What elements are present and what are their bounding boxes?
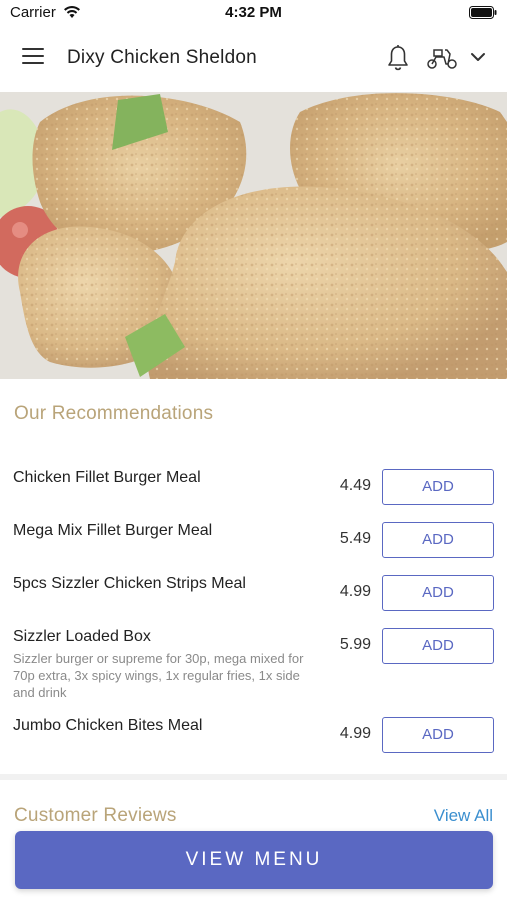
item-price: 4.49 bbox=[339, 477, 371, 494]
add-button[interactable]: ADD bbox=[382, 522, 494, 558]
item-name: Sizzler Loaded Box bbox=[13, 628, 151, 645]
add-button[interactable]: ADD bbox=[382, 575, 494, 611]
item-price: 4.99 bbox=[339, 725, 371, 742]
add-button[interactable]: ADD bbox=[382, 469, 494, 505]
add-button[interactable]: ADD bbox=[382, 628, 494, 664]
reviews-title: Customer Reviews bbox=[14, 805, 177, 826]
recommendations-title: Our Recommendations bbox=[14, 403, 214, 424]
status-bar: Carrier 4:32 PM bbox=[0, 0, 507, 26]
app-header: Dixy Chicken Sheldon bbox=[0, 26, 507, 92]
item-name: Jumbo Chicken Bites Meal bbox=[13, 717, 203, 734]
section-divider bbox=[0, 774, 507, 780]
chevron-down-icon[interactable] bbox=[469, 50, 487, 64]
scooter-icon[interactable] bbox=[426, 46, 458, 70]
bell-icon[interactable] bbox=[386, 44, 410, 72]
hero-image bbox=[0, 92, 507, 379]
item-description: Sizzler burger or supreme for 30p, mega … bbox=[13, 651, 304, 700]
view-all-link[interactable]: View All bbox=[434, 806, 493, 826]
view-menu-button[interactable]: VIEW MENU bbox=[15, 831, 493, 889]
item-name: Mega Mix Fillet Burger Meal bbox=[13, 522, 213, 539]
add-button[interactable]: ADD bbox=[382, 717, 494, 753]
menu-icon[interactable] bbox=[22, 48, 46, 68]
item-price: 5.49 bbox=[339, 530, 371, 547]
item-name: 5pcs Sizzler Chicken Strips Meal bbox=[13, 575, 246, 592]
item-name: Chicken Fillet Burger Meal bbox=[13, 469, 201, 486]
fried-chicken-photo bbox=[0, 92, 507, 379]
restaurant-title: Dixy Chicken Sheldon bbox=[67, 47, 257, 68]
item-price: 5.99 bbox=[339, 636, 371, 653]
status-time: 4:32 PM bbox=[225, 4, 282, 21]
item-price: 4.99 bbox=[339, 583, 371, 600]
battery-icon bbox=[469, 6, 497, 19]
